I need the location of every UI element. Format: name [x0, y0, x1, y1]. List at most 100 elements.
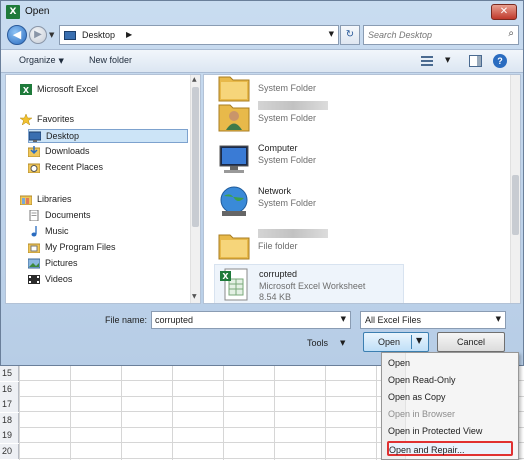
- file-scroll-thumb[interactable]: [512, 175, 519, 235]
- menu-item-open-in-browser: Open in Browser: [388, 409, 456, 419]
- menu-item-open[interactable]: Open: [387, 356, 513, 371]
- sidebar-item-downloads[interactable]: Downloads: [27, 145, 198, 159]
- sidebar-item-label: Documents: [45, 210, 91, 220]
- row-header[interactable]: 16: [0, 381, 19, 397]
- file-type-value: All Excel Files: [365, 315, 422, 325]
- redacted-file-name: [258, 229, 328, 240]
- open-split-button[interactable]: Open ▼: [363, 332, 429, 352]
- sidebar-item-documents[interactable]: Documents: [28, 209, 198, 223]
- sidebar-item-label: Music: [45, 226, 69, 236]
- file-list: System Folder System Folder Computer System…: [203, 74, 521, 304]
- file-name: corrupted: [259, 269, 298, 279]
- program-files-icon: [27, 242, 41, 254]
- downloads-icon: [27, 146, 41, 158]
- file-type: System Folder: [258, 113, 317, 123]
- help-icon[interactable]: ?: [493, 54, 507, 68]
- split-divider: [411, 335, 412, 349]
- search-input[interactable]: [368, 28, 498, 42]
- column-gridline: [172, 366, 173, 460]
- close-button[interactable]: ✕: [491, 4, 517, 20]
- new-folder-button[interactable]: New folder: [89, 55, 132, 65]
- sidebar-item-favorites[interactable]: Favorites: [19, 113, 190, 127]
- sidebar-item-label: Favorites: [37, 114, 75, 124]
- sidebar-item-my-program-files[interactable]: My Program Files: [27, 241, 198, 255]
- scroll-up-icon[interactable]: ▲: [192, 76, 197, 83]
- address-bar[interactable]: Desktop ▶ ▼: [59, 25, 339, 45]
- sidebar-item-label: My Program Files: [45, 242, 116, 252]
- libraries-icon: [19, 194, 33, 206]
- column-gridline: [70, 366, 71, 460]
- file-list-scrollbar[interactable]: [510, 75, 520, 303]
- file-name-label: File name:: [105, 315, 148, 325]
- file-item[interactable]: Network System Folder: [214, 182, 404, 222]
- sidebar-item-label: Desktop: [46, 131, 80, 141]
- sidebar-item-label: Pictures: [45, 258, 78, 268]
- sidebar-item-desktop[interactable]: Desktop: [28, 129, 188, 143]
- videos-icon: [28, 274, 40, 285]
- row-header[interactable]: 19: [0, 428, 19, 444]
- file-type: System Folder: [258, 83, 317, 93]
- column-gridline: [121, 366, 122, 460]
- file-item[interactable]: System Folder: [214, 97, 404, 137]
- tools-button[interactable]: Tools: [307, 338, 328, 348]
- organize-button[interactable]: Organize ▼: [19, 55, 64, 65]
- file-item[interactable]: File folder: [214, 225, 404, 265]
- chevron-down-icon[interactable]: ▼: [496, 315, 501, 323]
- open-button-label[interactable]: Open: [378, 337, 400, 347]
- title-bar: X Open ✕: [1, 1, 523, 23]
- sidebar-item-label: Libraries: [37, 194, 72, 204]
- documents-icon: [28, 209, 40, 222]
- menu-item-open-and-repair[interactable]: Open and Repair...: [387, 441, 513, 456]
- menu-item-open-read-only[interactable]: Open Read-Only: [387, 373, 513, 388]
- preview-pane-icon[interactable]: [469, 55, 482, 67]
- file-size: 8.54 KB: [259, 292, 292, 302]
- open-dropdown-arrow-icon[interactable]: ▼: [416, 336, 422, 345]
- desktop-icon: [28, 131, 42, 142]
- file-name-input[interactable]: [155, 314, 335, 326]
- row-header[interactable]: 18: [0, 412, 19, 428]
- menu-item-open-as-copy[interactable]: Open as Copy: [387, 390, 513, 405]
- view-dropdown-icon[interactable]: ▼: [445, 56, 450, 64]
- file-name: Computer: [258, 143, 298, 153]
- sidebar-item-libraries[interactable]: Libraries: [19, 193, 190, 207]
- file-item[interactable]: Xcorrupted Microsoft Excel Worksheet 8.54 …: [214, 264, 404, 303]
- row-header[interactable]: 17: [0, 397, 19, 413]
- refresh-button[interactable]: ↻: [340, 25, 360, 45]
- sidebar-item-music[interactable]: Music: [28, 225, 198, 239]
- chevron-down-icon[interactable]: ▼: [341, 315, 346, 323]
- change-view-icon[interactable]: [421, 56, 433, 66]
- scroll-down-icon[interactable]: ▼: [192, 293, 197, 300]
- column-gridline: [274, 366, 275, 460]
- file-type-filter[interactable]: All Excel Files ▼: [360, 311, 506, 329]
- back-button[interactable]: ◀: [7, 25, 27, 45]
- folder-icon: [216, 227, 252, 263]
- toolbar: Organize ▼ New folder ▼ ?: [1, 49, 523, 73]
- sidebar-item-recent-places[interactable]: Recent Places: [27, 161, 198, 175]
- recent-pages-dropdown-icon[interactable]: ▼: [49, 31, 54, 39]
- nav-scroll-thumb[interactable]: [192, 87, 199, 227]
- address-dropdown-icon[interactable]: ▼: [329, 30, 334, 38]
- cancel-button[interactable]: Cancel: [437, 332, 505, 352]
- recent-places-icon: [27, 162, 41, 174]
- navigation-pane: X Microsoft Excel Favorites Desktop Download…: [5, 74, 201, 304]
- open-options-menu: Open Open Read-Only Open as Copy Open in Br…: [381, 352, 519, 460]
- file-item[interactable]: Computer System Folder: [214, 139, 404, 179]
- sidebar-item-pictures[interactable]: Pictures: [27, 257, 198, 271]
- sidebar-item-label: Microsoft Excel: [37, 84, 99, 94]
- redacted-file-name: [258, 101, 328, 112]
- excel-icon: X: [20, 84, 32, 95]
- chevron-down-icon: ▼: [58, 57, 64, 65]
- network-icon: [216, 184, 252, 220]
- sidebar-item-microsoft-excel[interactable]: X Microsoft Excel: [20, 83, 190, 97]
- row-header[interactable]: 20: [0, 444, 19, 459]
- chevron-down-icon[interactable]: ▼: [340, 339, 345, 347]
- sidebar-item-videos[interactable]: Videos: [28, 273, 198, 287]
- forward-button[interactable]: ▶: [29, 26, 47, 44]
- column-gridline: [19, 366, 20, 460]
- breadcrumb-arrow-icon[interactable]: ▶: [126, 30, 132, 39]
- row-header[interactable]: 15: [0, 366, 19, 381]
- menu-item-open-in-protected-view[interactable]: Open in Protected View: [387, 424, 513, 439]
- search-icon[interactable]: ⌕: [508, 28, 514, 39]
- file-name-combobox[interactable]: ▼: [151, 311, 351, 329]
- nav-scrollbar[interactable]: ▲ ▼: [190, 75, 200, 303]
